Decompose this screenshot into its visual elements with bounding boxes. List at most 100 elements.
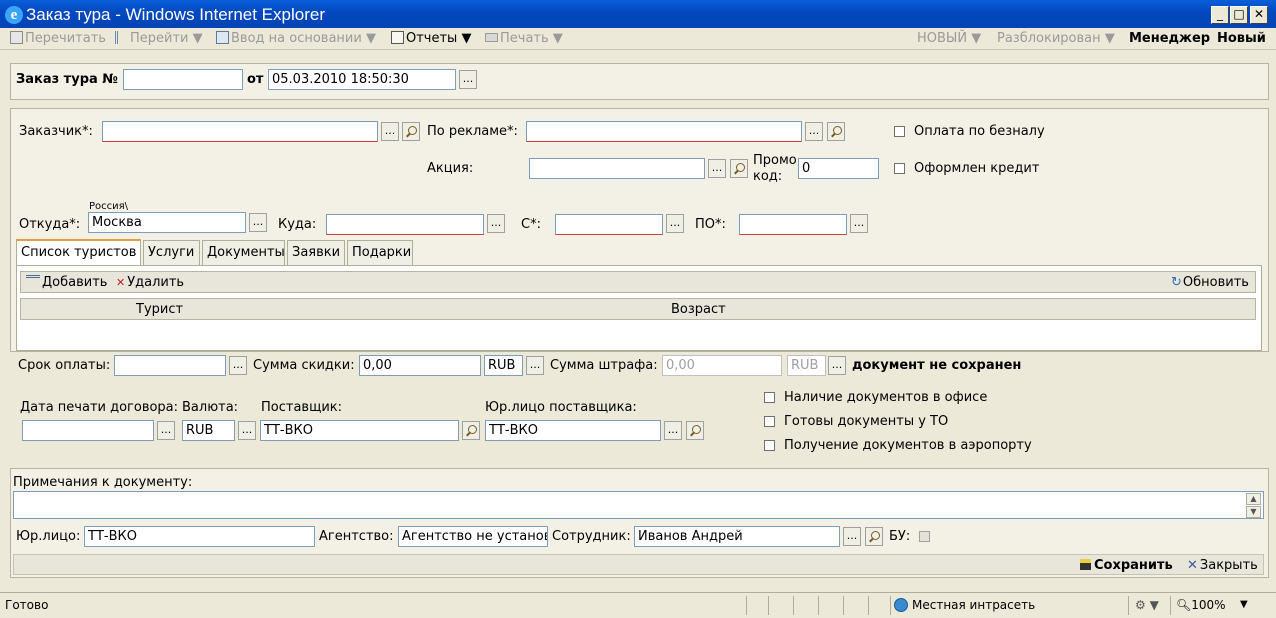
currency-select-button[interactable]: ... [238, 421, 256, 440]
order-date-input[interactable]: 05.03.2010 18:50:30 [268, 69, 456, 90]
discount-currency-select-button[interactable]: ... [526, 356, 544, 375]
role-label: Менеджер [1129, 31, 1211, 46]
employee-label: Сотрудник: [552, 529, 631, 544]
close-window-button[interactable]: ✕ [1250, 6, 1268, 24]
notes-textarea[interactable] [13, 491, 1264, 519]
state-new: НОВЫЙ ▼ [917, 31, 982, 46]
credit-checkbox[interactable] [894, 163, 905, 174]
lock-state[interactable]: Разблокирован ▼ [997, 30, 1115, 48]
supplier-legal-select-button[interactable]: ... [664, 421, 682, 440]
date-to-input[interactable] [739, 214, 847, 235]
supplier-legal-label: Юр.лицо поставщика: [485, 400, 637, 415]
customer-input[interactable] [102, 121, 378, 142]
promo-search-icon[interactable] [730, 159, 748, 178]
minimize-button[interactable]: _ [1211, 6, 1229, 24]
supplier-legal-input[interactable]: ТТ-ВКО [485, 420, 661, 441]
goto-button[interactable]: Перейти ▼ [115, 30, 203, 48]
to-select-button[interactable]: ... [487, 214, 505, 233]
supplier-input[interactable]: ТТ-ВКО [260, 420, 459, 441]
discount-input[interactable]: 0,00 [359, 355, 481, 376]
promo-code-input[interactable]: 0 [798, 158, 879, 179]
employee-select-button[interactable]: ... [843, 527, 861, 546]
tab-gifts[interactable]: Подарки [347, 240, 413, 265]
add-icon [26, 275, 40, 287]
employee-search-icon[interactable] [865, 527, 883, 546]
based-on-button[interactable]: Ввод на основании ▼ [216, 30, 376, 48]
legal-input[interactable]: ТТ-ВКО [84, 526, 315, 547]
docs-in-office-checkbox[interactable] [764, 392, 775, 403]
ad-label: По рекламе*: [427, 124, 518, 139]
ad-search-icon[interactable] [827, 122, 845, 141]
reports-icon [391, 31, 404, 44]
delete-icon: ✕ [116, 276, 126, 289]
notes-label: Примечания к документу: [13, 475, 193, 490]
add-tourist-button[interactable]: Добавить [26, 275, 107, 291]
print-button[interactable]: Печать ▼ [485, 30, 563, 48]
grid-toolbar [20, 271, 1256, 293]
supplier-legal-search-icon[interactable] [686, 421, 704, 440]
to-input[interactable] [326, 214, 484, 235]
order-number-input[interactable] [123, 69, 243, 90]
ad-input[interactable] [526, 121, 802, 142]
refresh-icon: ↻ [1171, 275, 1182, 290]
zoom-dropdown-icon[interactable]: ▼ [1240, 597, 1248, 613]
goto-icon [115, 31, 128, 44]
promo-select-button[interactable]: ... [708, 159, 726, 178]
date-from-input[interactable] [555, 214, 663, 235]
discount-currency-input[interactable]: RUB [484, 355, 523, 376]
tab-tourists[interactable]: Список туристов [16, 239, 141, 266]
printer-icon [485, 33, 498, 42]
globe-icon [894, 598, 908, 612]
notes-scroll-up[interactable]: ▲ [1246, 493, 1261, 505]
agency-input[interactable]: Агентство не установлено [398, 526, 548, 547]
print-date-picker-button[interactable]: ... [157, 421, 175, 440]
grid-header [20, 298, 1256, 320]
promo-code-label-1: Промо [753, 153, 797, 168]
notes-scroll-down[interactable]: ▼ [1246, 506, 1261, 518]
reports-button[interactable]: Отчеты ▼ [391, 30, 471, 48]
due-date-input[interactable] [114, 355, 226, 376]
cashless-checkbox[interactable] [894, 126, 905, 137]
due-date-picker-button[interactable]: ... [229, 356, 247, 375]
reread-button[interactable]: Перечитать [10, 30, 106, 48]
title-bar: e Заказ тура - Windows Internet Explorer… [0, 0, 1276, 30]
delete-tourist-button[interactable]: ✕ Удалить [116, 275, 184, 291]
maximize-button[interactable]: □ [1230, 6, 1248, 24]
customer-select-button[interactable]: ... [381, 122, 399, 141]
promo-input[interactable] [529, 158, 705, 179]
tab-services[interactable]: Услуги [143, 240, 200, 265]
from-city-input[interactable]: Москва [88, 212, 246, 233]
docs-at-to-checkbox[interactable] [764, 416, 775, 427]
customer-search-icon[interactable] [402, 122, 420, 141]
tab-requests[interactable]: Заявки [287, 240, 345, 265]
column-tourist[interactable]: Турист [136, 302, 183, 318]
penalty-currency-select-button[interactable]: ... [828, 356, 846, 375]
column-age[interactable]: Возраст [671, 302, 726, 318]
close-button[interactable]: ✕ Закрыть [1187, 558, 1258, 574]
due-label: Срок оплаты: [18, 358, 111, 373]
bu-checkbox [919, 531, 930, 542]
docs-at-airport-label: Получение документов в аэропорту [784, 438, 1032, 453]
ad-select-button[interactable]: ... [805, 122, 823, 141]
promo-label: Акция: [427, 161, 474, 176]
print-date-label: Дата печати договора: [20, 400, 179, 415]
save-button[interactable]: Сохранить [1080, 558, 1173, 574]
protected-mode-icon[interactable]: ⚙ ▼ [1135, 597, 1159, 613]
tab-documents[interactable]: Документы [202, 240, 285, 265]
supplier-search-icon[interactable] [462, 421, 480, 440]
from-city-select-button[interactable]: ... [249, 213, 267, 232]
reread-icon [10, 31, 23, 44]
employee-input[interactable]: Иванов Андрей [634, 526, 840, 547]
security-zone: Местная интрасеть [912, 598, 1036, 612]
refresh-button[interactable]: ↻Обновить [1171, 275, 1249, 291]
discount-label: Сумма скидки: [253, 358, 355, 373]
date-to-picker-button[interactable]: ... [850, 214, 868, 233]
currency-input[interactable]: RUB [182, 420, 235, 441]
floppy-icon [1080, 559, 1091, 570]
date-from-picker-button[interactable]: ... [666, 214, 684, 233]
zoom-control[interactable]: 🔍︎100% [1176, 597, 1226, 613]
to-label: Куда: [278, 217, 317, 232]
order-date-picker-button[interactable]: ... [459, 70, 477, 89]
print-date-input[interactable] [22, 420, 154, 441]
docs-at-airport-checkbox[interactable] [764, 440, 775, 451]
